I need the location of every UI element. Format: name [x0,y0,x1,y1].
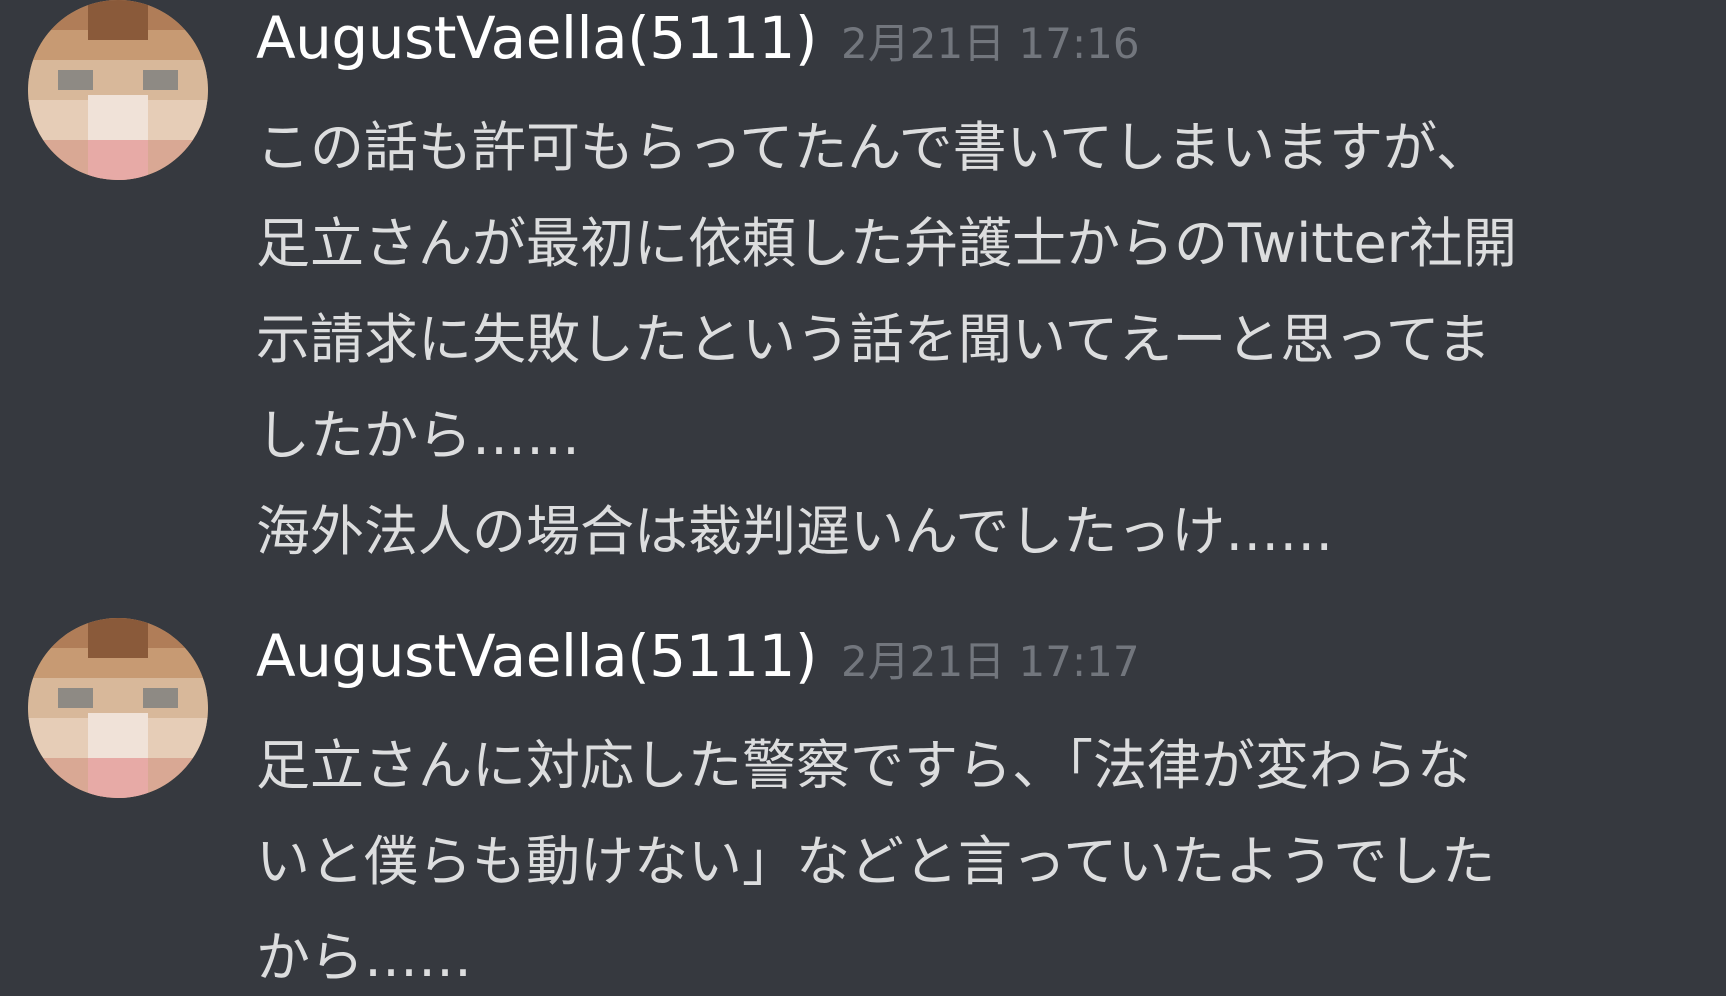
chat-log: AugustVaella(5111) 2月21日 17:16 この話も許可もらって… [0,0,1726,996]
timestamp: 2月21日 17:16 [841,19,1140,68]
message-line: いと僕らも動けない」などと言っていたようでした [256,830,1496,893]
message-line: したから…… [256,404,580,467]
message-line: 足立さんに対応した警察ですら、「法律が変わらな [256,734,1471,797]
message-line: 示請求に失敗したという話を聞いてえーと思ってま [256,308,1491,371]
message-header: AugustVaella(5111) 2月21日 17:16 [256,4,1140,84]
username[interactable]: AugustVaella(5111) [256,622,818,690]
message-body: 足立さんに対応した警察ですら、「法律が変わらな いと僕らも動けない」などと言って… [256,718,1696,996]
avatar[interactable] [28,618,208,798]
message-header: AugustVaella(5111) 2月21日 17:17 [256,622,1140,702]
avatar[interactable] [28,0,208,180]
message-line: この話も許可もらってたんで書いてしまいますが、 [256,116,1490,179]
message-line: 海外法人の場合は裁判遅いんでしたっけ…… [256,500,1334,563]
message-line: から…… [256,926,472,989]
message-body: この話も許可もらってたんで書いてしまいますが、 足立さんが最初に依頼した弁護士か… [256,100,1696,580]
username[interactable]: AugustVaella(5111) [256,4,818,72]
timestamp: 2月21日 17:17 [841,637,1140,686]
message-line: 足立さんが最初に依頼した弁護士からのTwitter社開 [256,212,1517,275]
